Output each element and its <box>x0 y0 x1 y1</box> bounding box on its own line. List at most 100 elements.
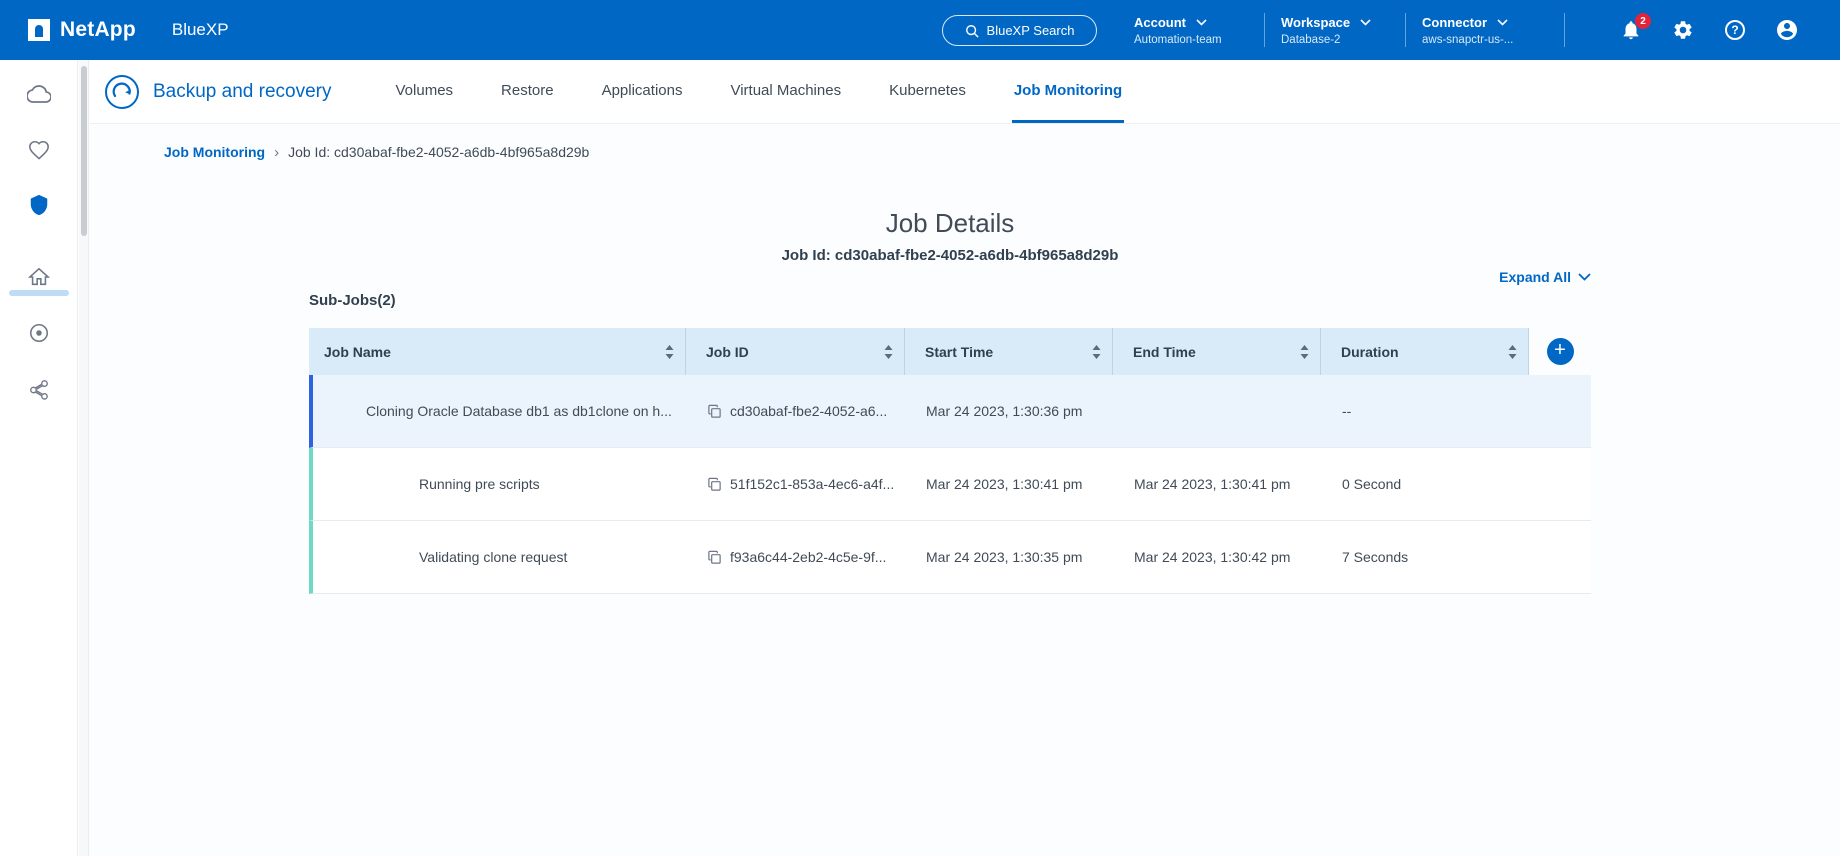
workspace-menu-value: Database-2 <box>1281 34 1391 46</box>
column-header-job-name[interactable]: Job Name <box>309 328 686 375</box>
start-time-cell: Mar 24 2023, 1:30:41 pm <box>905 448 1113 520</box>
top-icons: 2 ? <box>1619 0 1799 60</box>
column-header-duration[interactable]: Duration <box>1321 328 1529 375</box>
actions-cell <box>1529 375 1591 447</box>
account-menu[interactable]: Account Automation-team <box>1118 15 1264 46</box>
left-nav-sidebar <box>0 60 78 856</box>
table-header-actions: + <box>1529 328 1591 375</box>
sort-icon[interactable] <box>664 344 675 360</box>
workspace-menu[interactable]: Workspace Database-2 <box>1265 15 1405 46</box>
tab-volumes[interactable]: Volumes <box>394 60 456 123</box>
connector-menu-label: Connector <box>1422 15 1487 30</box>
notifications-bell-icon[interactable]: 2 <box>1619 18 1643 42</box>
chevron-down-icon <box>1360 19 1371 26</box>
chevron-down-icon <box>1196 19 1207 26</box>
chevron-down-icon <box>1497 19 1508 26</box>
bluexp-search[interactable]: BlueXP Search <box>942 15 1097 46</box>
page-title: Backup and recovery <box>153 81 332 103</box>
sidebar-item-home[interactable] <box>27 265 51 289</box>
tab-virtual-machines[interactable]: Virtual Machines <box>728 60 843 123</box>
job-id-cell: f93a6c44-2eb2-4c5e-9f... <box>686 521 905 593</box>
table-header-row: Job Name Job ID Start Time <box>309 328 1591 375</box>
vertical-scrollbar <box>79 60 89 856</box>
search-icon <box>965 24 979 38</box>
copy-icon[interactable] <box>707 404 722 419</box>
sort-icon[interactable] <box>1299 344 1310 360</box>
app-header: Backup and recovery Volumes Restore Appl… <box>90 60 1840 123</box>
add-column-button[interactable]: + <box>1547 338 1574 365</box>
sidebar-item-storage[interactable] <box>27 82 51 106</box>
account-menu-label: Account <box>1134 15 1186 30</box>
job-details-section: Job Details Job Id: cd30abaf-fbe2-4052-a… <box>309 207 1591 594</box>
start-time-cell: Mar 24 2023, 1:30:35 pm <box>905 521 1113 593</box>
actions-cell <box>1529 521 1591 593</box>
expand-all-label: Expand All <box>1499 269 1571 285</box>
sidebar-item-network[interactable] <box>27 378 51 402</box>
tab-job-monitoring[interactable]: Job Monitoring <box>1012 60 1124 123</box>
duration-cell: -- <box>1321 375 1529 447</box>
job-name-cell: Running pre scripts <box>313 448 686 520</box>
end-time-cell: Mar 24 2023, 1:30:41 pm <box>1113 448 1321 520</box>
top-bar: NetApp BlueXP BlueXP Search Account Auto… <box>0 0 1840 60</box>
expand-all-button[interactable]: Expand All <box>1499 269 1591 285</box>
job-id-subtitle: Job Id: cd30abaf-fbe2-4052-a6db-4bf965a8… <box>309 247 1591 265</box>
expand-all-row: Expand All <box>309 267 1591 287</box>
tab-bar: Volumes Restore Applications Virtual Mac… <box>394 60 1125 123</box>
sort-icon[interactable] <box>883 344 894 360</box>
job-id-value: cd30abaf-fbe2-4052-a6... <box>730 403 887 419</box>
job-id-cell: cd30abaf-fbe2-4052-a6... <box>686 375 905 447</box>
sort-icon[interactable] <box>1507 344 1518 360</box>
sidebar-item-discovery[interactable] <box>27 321 51 345</box>
job-id-cell: 51f152c1-853a-4ec6-a4f... <box>686 448 905 520</box>
actions-cell <box>1529 448 1591 520</box>
subjobs-heading: Sub-Jobs(2) <box>309 292 1591 310</box>
chevron-right-icon: › <box>274 144 279 161</box>
chevron-down-icon <box>1578 273 1591 281</box>
table-row-parent-job[interactable]: Cloning Oracle Database db1 as db1clone … <box>309 375 1591 448</box>
main-content: Backup and recovery Volumes Restore Appl… <box>90 60 1840 856</box>
health-icon <box>28 139 50 161</box>
top-menus: Account Automation-team Workspace Databa… <box>1118 0 1565 60</box>
column-header-start-time[interactable]: Start Time <box>905 328 1113 375</box>
end-time-cell <box>1113 375 1321 447</box>
netapp-logo[interactable]: NetApp <box>28 18 136 42</box>
account-menu-value: Automation-team <box>1134 34 1250 46</box>
active-nav-indicator <box>9 290 69 296</box>
table-row-subjob[interactable]: Running pre scripts 51f152c1-853a-4ec6-a… <box>309 448 1591 521</box>
job-id-value: 51f152c1-853a-4ec6-a4f... <box>730 476 894 492</box>
scrollbar-thumb[interactable] <box>81 66 87 236</box>
column-header-end-time[interactable]: End Time <box>1113 328 1321 375</box>
table-row-subjob[interactable]: Validating clone request f93a6c44-2eb2-4… <box>309 521 1591 594</box>
sort-icon[interactable] <box>1091 344 1102 360</box>
column-header-job-id[interactable]: Job ID <box>686 328 905 375</box>
notification-count-badge: 2 <box>1635 13 1651 29</box>
search-label: BlueXP Search <box>987 23 1075 38</box>
job-id-value: f93a6c44-2eb2-4c5e-9f... <box>730 549 886 565</box>
subjobs-table: Job Name Job ID Start Time <box>309 328 1591 594</box>
settings-gear-icon[interactable] <box>1671 18 1695 42</box>
sidebar-item-protection[interactable] <box>27 193 51 217</box>
help-icon[interactable]: ? <box>1723 18 1747 42</box>
user-account-icon[interactable] <box>1775 18 1799 42</box>
product-name: BlueXP <box>172 20 229 40</box>
job-name-cell: Cloning Oracle Database db1 as db1clone … <box>313 375 686 447</box>
duration-cell: 0 Second <box>1321 448 1529 520</box>
tab-applications[interactable]: Applications <box>600 60 685 123</box>
connector-menu[interactable]: Connector aws-snapctr-us-... <box>1406 15 1564 46</box>
copy-icon[interactable] <box>707 550 722 565</box>
brand-name: NetApp <box>60 18 136 42</box>
job-details-title: Job Details <box>309 207 1591 239</box>
netapp-mark-icon <box>28 19 50 41</box>
home-icon <box>28 266 50 288</box>
tab-kubernetes[interactable]: Kubernetes <box>887 60 968 123</box>
duration-cell: 7 Seconds <box>1321 521 1529 593</box>
divider <box>1564 13 1565 47</box>
page-body: Job Monitoring › Job Id: cd30abaf-fbe2-4… <box>90 123 1840 594</box>
tab-restore[interactable]: Restore <box>499 60 556 123</box>
copy-icon[interactable] <box>707 477 722 492</box>
sidebar-item-health[interactable] <box>27 138 51 162</box>
discovery-icon <box>28 322 50 344</box>
breadcrumb-job-monitoring-link[interactable]: Job Monitoring <box>164 144 265 160</box>
connector-menu-value: aws-snapctr-us-... <box>1422 34 1550 46</box>
job-name-cell: Validating clone request <box>313 521 686 593</box>
